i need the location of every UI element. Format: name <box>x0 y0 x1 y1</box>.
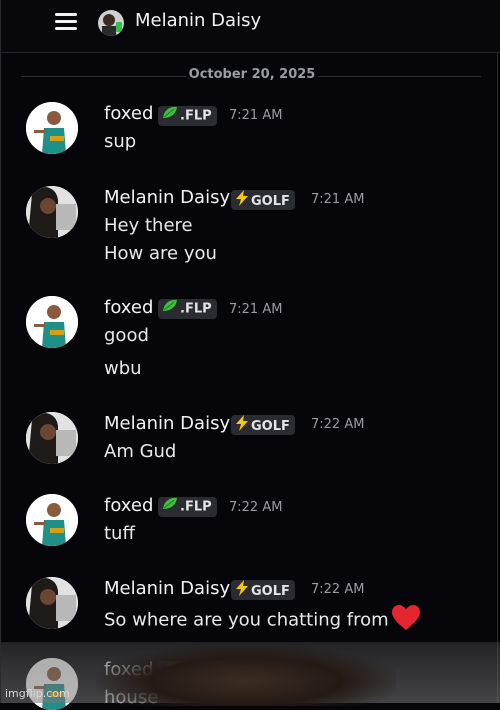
avatar[interactable] <box>26 412 78 464</box>
username[interactable]: foxed <box>104 495 153 516</box>
timestamp: 7:22 AM <box>229 664 283 679</box>
watermark: imgflip.com <box>5 687 70 700</box>
lightning-bolt-icon <box>235 415 249 438</box>
message-text: Am Gud <box>104 441 177 462</box>
username[interactable]: Melanin Daisy <box>104 187 230 208</box>
red-heart-icon <box>391 605 420 636</box>
avatar[interactable] <box>26 494 78 546</box>
timestamp: 7:21 AM <box>229 302 283 317</box>
tag-label: GOLF <box>251 194 290 209</box>
divider-line <box>21 76 186 77</box>
server-tag[interactable]: .FLP <box>158 299 217 319</box>
timestamp: 7:22 AM <box>229 500 283 515</box>
divider-line <box>318 76 481 77</box>
tag-label: GOLF <box>251 419 290 434</box>
timestamp: 7:22 AM <box>311 417 365 432</box>
server-tag[interactable]: GOLF <box>231 580 295 600</box>
date-divider: October 20, 2025 <box>21 66 481 86</box>
server-tag[interactable]: GOLF <box>231 415 295 435</box>
timestamp: 7:21 AM <box>311 192 365 207</box>
avatar[interactable] <box>26 186 78 238</box>
lightning-bolt-icon <box>235 190 249 213</box>
channel-header: Melanin Daisy <box>1 0 500 53</box>
leaf-icon <box>162 106 178 126</box>
leaf-icon <box>162 299 178 319</box>
lightning-bolt-icon <box>235 580 249 603</box>
server-tag[interactable]: .FLP <box>158 497 217 517</box>
tag-label: .FLP <box>180 108 212 124</box>
tag-label: .FLP <box>180 499 212 515</box>
message-text: So where are you chatting from <box>104 605 420 636</box>
message-text: tuff <box>104 523 135 544</box>
message-text-content: So where are you chatting from <box>104 609 389 631</box>
message-text: house <box>104 687 159 708</box>
message-text: sup <box>104 131 137 152</box>
server-tag[interactable]: .FLP <box>158 106 217 126</box>
message-text: good <box>104 325 149 346</box>
username[interactable]: Melanin Daisy <box>104 413 230 434</box>
date-label: October 20, 2025 <box>188 67 316 82</box>
timestamp: 7:21 AM <box>229 108 283 123</box>
message-text: wbu <box>104 358 142 379</box>
tag-label: .FLP <box>180 301 212 317</box>
avatar[interactable] <box>26 577 78 629</box>
timestamp: 7:22 AM <box>311 582 365 597</box>
avatar[interactable] <box>26 658 78 710</box>
user-avatar-icon[interactable] <box>98 10 124 36</box>
tag-label: .FLP <box>180 663 212 679</box>
tag-label: GOLF <box>251 584 290 599</box>
server-tag[interactable]: GOLF <box>231 190 295 210</box>
leaf-icon <box>162 661 178 681</box>
username[interactable]: Melanin Daisy <box>104 578 230 599</box>
message-text: How are you <box>104 243 217 264</box>
avatar[interactable] <box>26 102 78 154</box>
message-text: Hey there <box>104 215 193 236</box>
username[interactable]: foxed <box>104 659 153 680</box>
username[interactable]: foxed <box>104 103 153 124</box>
server-tag[interactable]: .FLP <box>158 661 217 681</box>
channel-title: Melanin Daisy <box>135 10 262 31</box>
username[interactable]: foxed <box>104 297 153 318</box>
leaf-icon <box>162 497 178 517</box>
app-frame: Melanin Daisy October 20, 2025 foxed .FL… <box>0 0 500 710</box>
avatar[interactable] <box>26 296 78 348</box>
hamburger-menu-icon[interactable] <box>55 13 77 31</box>
